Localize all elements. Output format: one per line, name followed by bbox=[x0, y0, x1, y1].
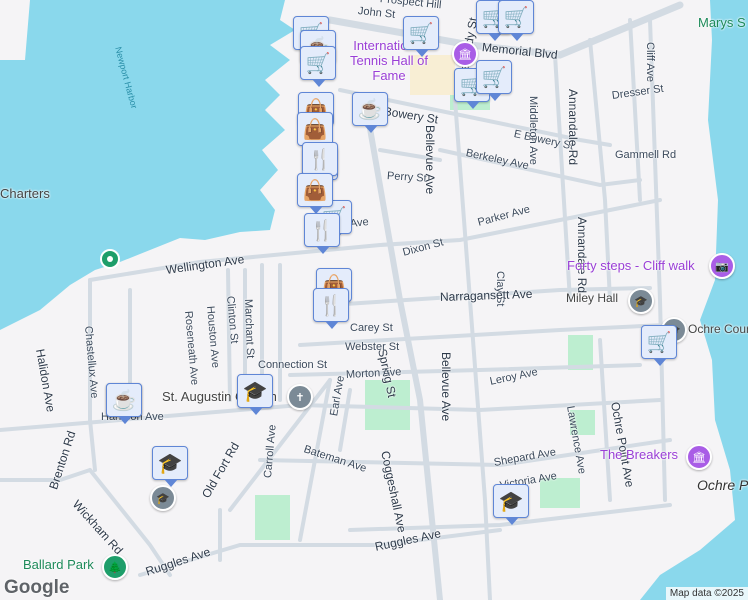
poi-miley-hall[interactable]: Miley Hall bbox=[566, 291, 618, 305]
street-label-bellevue-top: Bellevue Ave bbox=[423, 125, 437, 195]
restaurant-icon: 🍴 bbox=[318, 294, 344, 317]
cart-marker[interactable]: 🛒 bbox=[403, 16, 439, 57]
bag-icon: 👜 bbox=[302, 179, 328, 202]
bag-marker[interactable]: 👜 bbox=[297, 173, 333, 214]
pins bbox=[100, 249, 120, 269]
restaurant-marker[interactable]: 🍴 bbox=[313, 288, 349, 329]
school-marker[interactable]: 🎓 bbox=[152, 446, 188, 487]
coffee-icon: ☕ bbox=[111, 389, 137, 412]
cart-marker[interactable]: 🛒 bbox=[498, 0, 534, 41]
coffee-marker[interactable]: ☕ bbox=[106, 383, 142, 424]
street-label-cliff: Cliff Ave bbox=[644, 42, 656, 82]
street-label-marchant: Marchant St bbox=[242, 298, 257, 359]
cart-icon: 🛒 bbox=[503, 6, 529, 29]
school-icon: 🎓 bbox=[498, 490, 524, 513]
cart-icon: 🛒 bbox=[646, 331, 672, 354]
school-pin-icon[interactable]: 🎓 bbox=[628, 288, 654, 314]
school-marker[interactable]: 🎓 bbox=[493, 484, 529, 525]
cart-icon: 🛒 bbox=[408, 22, 434, 45]
cart-marker[interactable]: 🛒 bbox=[476, 60, 512, 101]
google-logo: Google bbox=[4, 577, 70, 598]
street-label-ave-partial: Ave bbox=[349, 216, 370, 230]
bag-icon: 👜 bbox=[302, 118, 328, 141]
church-icon[interactable]: ✝ bbox=[287, 384, 313, 410]
street-label-gammell: Gammell Rd bbox=[615, 149, 677, 161]
museum-icon-2[interactable]: 🏛 bbox=[686, 444, 712, 470]
park-icon[interactable]: 🌲 bbox=[102, 554, 128, 580]
street-label-webster: Webster St bbox=[345, 341, 400, 353]
street-label-connection: Connection St bbox=[258, 359, 328, 371]
restaurant-marker[interactable]: 🍴 bbox=[302, 142, 338, 183]
poi-the-breakers[interactable]: The Breakers bbox=[600, 447, 678, 462]
poi-ochre-point: Ochre Point bbox=[697, 477, 748, 493]
camera-icon[interactable]: 📷 bbox=[709, 253, 735, 279]
bag-marker[interactable]: 👜 bbox=[297, 112, 333, 153]
poi-charters[interactable]: Charters bbox=[0, 186, 50, 201]
street-label-bellevue: Bellevue Ave bbox=[439, 352, 453, 422]
cart-icon: 🛒 bbox=[305, 52, 331, 75]
cart-marker[interactable]: 🛒 bbox=[300, 46, 336, 87]
poi-forty-steps[interactable]: Forty steps - Cliff walk bbox=[567, 258, 695, 273]
street-label-middleton: Middleton Ave bbox=[527, 96, 539, 165]
poi-ballard-park[interactable]: Ballard Park bbox=[23, 557, 94, 572]
coffee-marker[interactable]: ☕ bbox=[352, 92, 388, 133]
poi-marys[interactable]: Marys S bbox=[698, 15, 746, 30]
cart-marker[interactable]: 🛒 bbox=[641, 325, 677, 366]
museum-icon[interactable]: 🏛 bbox=[452, 41, 478, 67]
street-label-annandale-1: Annandale Rd bbox=[566, 89, 580, 166]
restaurant-marker[interactable]: 🍴 bbox=[304, 213, 340, 254]
coffee-icon: ☕ bbox=[357, 98, 383, 121]
school-marker[interactable]: 🎓 bbox=[237, 374, 273, 415]
street-label-annandale-2: Annandale Rd bbox=[575, 217, 589, 294]
street-label-carey: Carey St bbox=[350, 322, 393, 334]
school-pin-icon-3[interactable]: 🎓 bbox=[150, 485, 176, 511]
poi-ochre-court[interactable]: Ochre Court bbox=[688, 322, 748, 336]
map-attribution[interactable]: Map data ©2025 bbox=[665, 587, 748, 600]
cart-icon: 🛒 bbox=[481, 66, 507, 89]
school-icon: 🎓 bbox=[157, 452, 183, 475]
restaurant-icon: 🍴 bbox=[309, 219, 335, 242]
school-icon: 🎓 bbox=[242, 380, 268, 403]
restaurant-icon: 🍴 bbox=[307, 148, 333, 171]
